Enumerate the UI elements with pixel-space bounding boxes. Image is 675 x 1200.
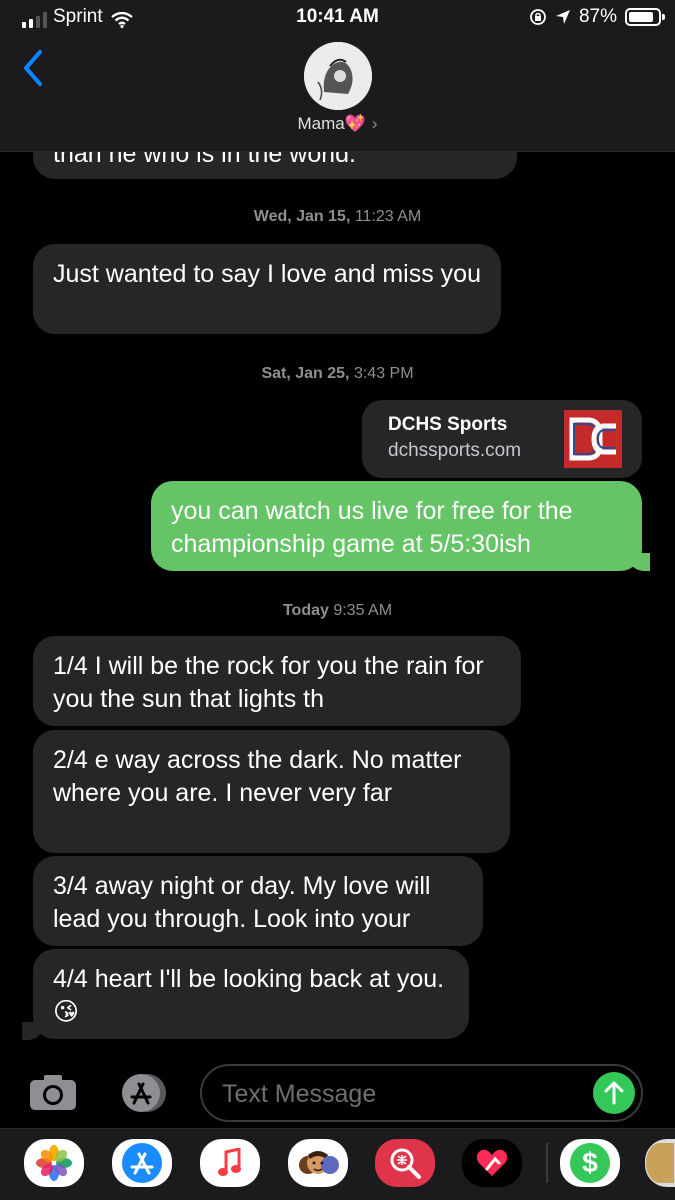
conversation-header: Sprint 10:41 AM 87% Mama💖 › xyxy=(0,0,675,152)
status-bar: Sprint 10:41 AM 87% xyxy=(0,0,675,34)
back-chevron-icon[interactable] xyxy=(18,48,48,88)
app-store-icon[interactable] xyxy=(112,1139,172,1187)
message-text: 4/4 heart I'll be looking back at you.😘 xyxy=(53,965,445,1026)
send-button[interactable] xyxy=(593,1072,635,1114)
link-title: DCHS Sports xyxy=(388,414,508,435)
message-bubble[interactable]: 2/4 e way across the dark. No matter whe… xyxy=(33,730,510,853)
location-icon xyxy=(555,10,570,24)
link-domain: dchssports.com xyxy=(388,440,522,461)
more-app-icon[interactable] xyxy=(645,1139,675,1187)
message-text: you can watch us live for free for the c… xyxy=(171,497,573,558)
dollar-sign: $ xyxy=(570,1143,610,1183)
message-bubble[interactable]: 3/4 away night or day. My love will lead… xyxy=(33,856,483,946)
rotation-lock-icon xyxy=(530,9,546,25)
received-tail xyxy=(22,1022,44,1040)
app-drawer: $ xyxy=(0,1128,675,1200)
search-images-icon[interactable] xyxy=(375,1139,435,1187)
arrow-up-icon xyxy=(604,1081,624,1105)
apple-pay-icon[interactable]: $ xyxy=(560,1139,620,1187)
photos-icon[interactable] xyxy=(24,1139,84,1187)
message-bubble[interactable]: 4/4 heart I'll be looking back at you.😘 xyxy=(33,949,469,1039)
timestamp: Wed, Jan 15, 11:23 AM xyxy=(253,208,422,225)
digital-touch-icon[interactable] xyxy=(462,1139,522,1187)
message-input[interactable] xyxy=(222,1078,582,1110)
contact-name[interactable]: Mama💖 › xyxy=(0,114,675,134)
drawer-separator xyxy=(546,1143,548,1183)
music-icon[interactable] xyxy=(200,1139,260,1187)
message-text: Just wanted to say I love and miss you xyxy=(53,260,481,288)
battery-percent: 87% xyxy=(578,6,617,27)
link-preview[interactable]: DCHS Sports dchssports.com xyxy=(362,400,642,478)
message-bubble[interactable]: 1/4 I will be the rock for you the rain … xyxy=(33,636,521,726)
compose-bar xyxy=(0,1062,675,1124)
message-bubble[interactable]: Just wanted to say I love and miss you xyxy=(33,244,501,334)
message-text: 1/4 I will be the rock for you the rain … xyxy=(53,652,484,713)
message-text: 2/4 e way across the dark. No matter whe… xyxy=(53,746,462,807)
timestamp: Today 9:35 AM xyxy=(282,602,393,619)
app-store-button-icon[interactable] xyxy=(113,1072,173,1114)
timestamp: Sat, Jan 25, 3:43 PM xyxy=(261,365,414,382)
sent-tail xyxy=(628,553,650,571)
sent-message-bubble[interactable]: you can watch us live for free for the c… xyxy=(151,481,642,571)
chevron-right-icon: › xyxy=(371,114,378,133)
message-thread[interactable]: than he who is in the world. Wed, Jan 15… xyxy=(0,0,675,1060)
battery-icon xyxy=(625,8,665,26)
message-input-field[interactable] xyxy=(200,1064,643,1122)
memoji-icon[interactable] xyxy=(288,1139,348,1187)
dchs-logo-icon xyxy=(564,410,622,468)
contact-avatar[interactable] xyxy=(304,42,372,110)
camera-icon[interactable] xyxy=(28,1072,78,1112)
message-text: 3/4 away night or day. My love will lead… xyxy=(53,872,431,933)
